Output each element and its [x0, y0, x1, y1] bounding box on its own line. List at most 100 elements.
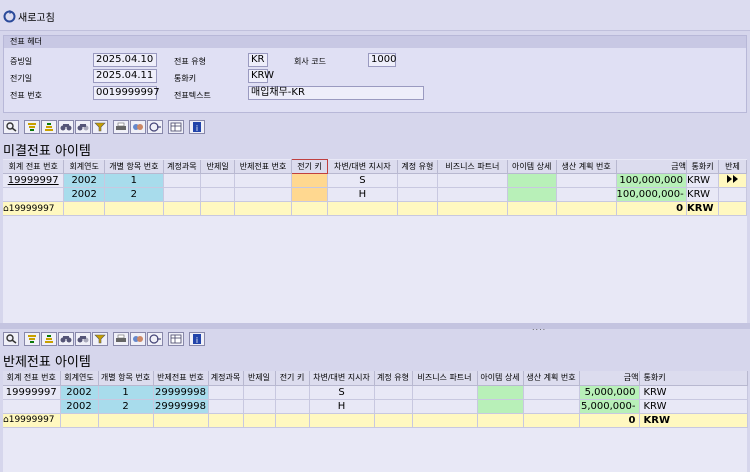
doc-type-field[interactable]: KR [248, 53, 268, 67]
col-header[interactable]: 금액 [616, 159, 688, 174]
sort-descending-button[interactable] [41, 119, 57, 134]
doc-text-field[interactable]: 매입채무-KR [248, 86, 424, 100]
filter-button[interactable] [92, 331, 108, 346]
currency-cell: KRW [686, 187, 720, 202]
post-date-field[interactable]: 2025.04.11 [93, 69, 157, 83]
col-header[interactable]: 회계 전표 번호 [3, 159, 65, 174]
col-header[interactable]: 개별 항목 번호 [104, 159, 164, 174]
filter-button[interactable] [92, 119, 108, 134]
empty-cell [163, 173, 202, 188]
info-icon: i [193, 121, 201, 132]
empty-cell [275, 399, 310, 414]
col-header[interactable]: 회계연도 [63, 159, 105, 174]
layout-button[interactable] [168, 331, 184, 346]
year-cell: 2002 [63, 173, 105, 188]
col-header[interactable]: 계정 유형 [397, 159, 439, 174]
export-button[interactable] [147, 331, 163, 346]
col-header[interactable]: 회계 전표 번호 [3, 371, 61, 386]
clear-cell[interactable] [718, 173, 747, 188]
layout-icon [170, 334, 182, 343]
refresh-button[interactable]: 새로고침 [3, 7, 55, 25]
doc-no-cell [3, 187, 65, 202]
item-cell: 2 [98, 399, 154, 414]
company-code-field[interactable]: 1000 [368, 53, 396, 67]
col-header[interactable]: 개별 항목 번호 [98, 371, 154, 386]
doc-date-field[interactable]: 2025.04.10 [93, 53, 157, 67]
col-header[interactable]: 비즈니스 파트너 [437, 159, 508, 174]
table-row[interactable]: 19999997 2002 1 S 100,000,000 KRW [3, 173, 747, 188]
clear-cell[interactable] [718, 187, 747, 202]
splitter-handle[interactable]: .... [0, 323, 750, 332]
layout-button[interactable] [168, 119, 184, 134]
col-header[interactable]: 전기 키 [275, 371, 310, 386]
col-header[interactable]: 반제일 [200, 159, 236, 174]
print-button[interactable] [113, 119, 129, 134]
sort-ascending-button[interactable] [24, 119, 40, 134]
refresh-icon [3, 9, 16, 23]
col-header[interactable]: 아이템 상세 [477, 371, 524, 386]
info-button[interactable]: i [189, 119, 205, 134]
doc-no-label: 전표 번호 [10, 91, 42, 100]
empty-cell [234, 173, 292, 188]
col-header[interactable]: 전기 키 [290, 159, 329, 174]
col-header[interactable]: 생산 계획 번호 [556, 159, 617, 174]
empty-cell [523, 385, 580, 400]
sort-ascending-button[interactable] [24, 331, 40, 346]
summary-currency: KRW [686, 201, 720, 216]
currency-cell: KRW [686, 173, 720, 188]
table-row[interactable]: 2002 2 H 100,000,000- KRW [3, 187, 747, 202]
find-button[interactable] [58, 119, 74, 134]
print-icon [116, 334, 126, 342]
col-header[interactable]: 비즈니스 파트너 [412, 371, 478, 386]
sort-descending-button[interactable] [41, 331, 57, 346]
print-button[interactable] [113, 331, 129, 346]
dc-cell: S [327, 173, 398, 188]
summary-row: ⌂19999997 0 KRW [3, 413, 748, 428]
empty-cell [556, 173, 617, 188]
table-row[interactable]: 2002 2 29999998 H 5,000,000- KRW [3, 399, 748, 414]
col-header[interactable]: 생산 계획 번호 [523, 371, 580, 386]
export-button[interactable] [147, 119, 163, 134]
find-next-button[interactable] [75, 119, 91, 134]
col-header[interactable]: 통화키 [686, 159, 720, 174]
view-button[interactable] [130, 331, 146, 346]
dc-cell: S [309, 385, 375, 400]
col-header[interactable]: 금액 [579, 371, 640, 386]
zoom-button[interactable] [3, 119, 19, 134]
col-header[interactable]: 회계연도 [60, 371, 99, 386]
item-cell: 1 [98, 385, 154, 400]
currency-field[interactable]: KRW [248, 69, 274, 83]
col-header[interactable]: 통화키 [639, 371, 748, 386]
col-header[interactable]: 반제전표 번호 [234, 159, 292, 174]
table-row[interactable]: 19999997 2002 1 29999998 S 5,000,000 KRW [3, 385, 748, 400]
doc-no-cell[interactable]: 19999997 [3, 173, 65, 188]
view-button[interactable] [130, 119, 146, 134]
empty-cell [523, 399, 580, 414]
col-header[interactable]: 차변/대변 지시자 [327, 159, 398, 174]
post-key-cell[interactable] [291, 187, 329, 202]
summary-doc-no-text: 19999997 [8, 203, 55, 214]
filter-icon [94, 122, 106, 131]
col-header[interactable]: 반제전표 번호 [153, 371, 209, 386]
view-icon [133, 335, 143, 342]
zoom-button[interactable] [3, 331, 19, 346]
col-header[interactable]: 계정과목 [163, 159, 202, 174]
col-header[interactable]: 차변/대변 지시자 [309, 371, 375, 386]
export-icon [149, 121, 161, 132]
empty-cell [243, 399, 276, 414]
col-header[interactable]: 반제 [718, 159, 747, 174]
filter-icon [94, 334, 106, 343]
post-key-cell[interactable] [291, 173, 329, 188]
currency-cell: KRW [639, 385, 748, 400]
col-header[interactable]: 계정과목 [208, 371, 244, 386]
find-button[interactable] [58, 331, 74, 346]
company-code-label: 회사 코드 [294, 57, 326, 66]
doc-no-cell[interactable]: 19999997 [3, 385, 61, 400]
item-detail-cell [507, 173, 557, 188]
find-next-button[interactable] [75, 331, 91, 346]
col-header[interactable]: 계정 유형 [374, 371, 413, 386]
col-header[interactable]: 아이템 상세 [507, 159, 557, 174]
info-button[interactable]: i [189, 331, 205, 346]
doc-no-field[interactable]: 0019999997 [93, 86, 160, 100]
col-header[interactable]: 반제일 [243, 371, 276, 386]
